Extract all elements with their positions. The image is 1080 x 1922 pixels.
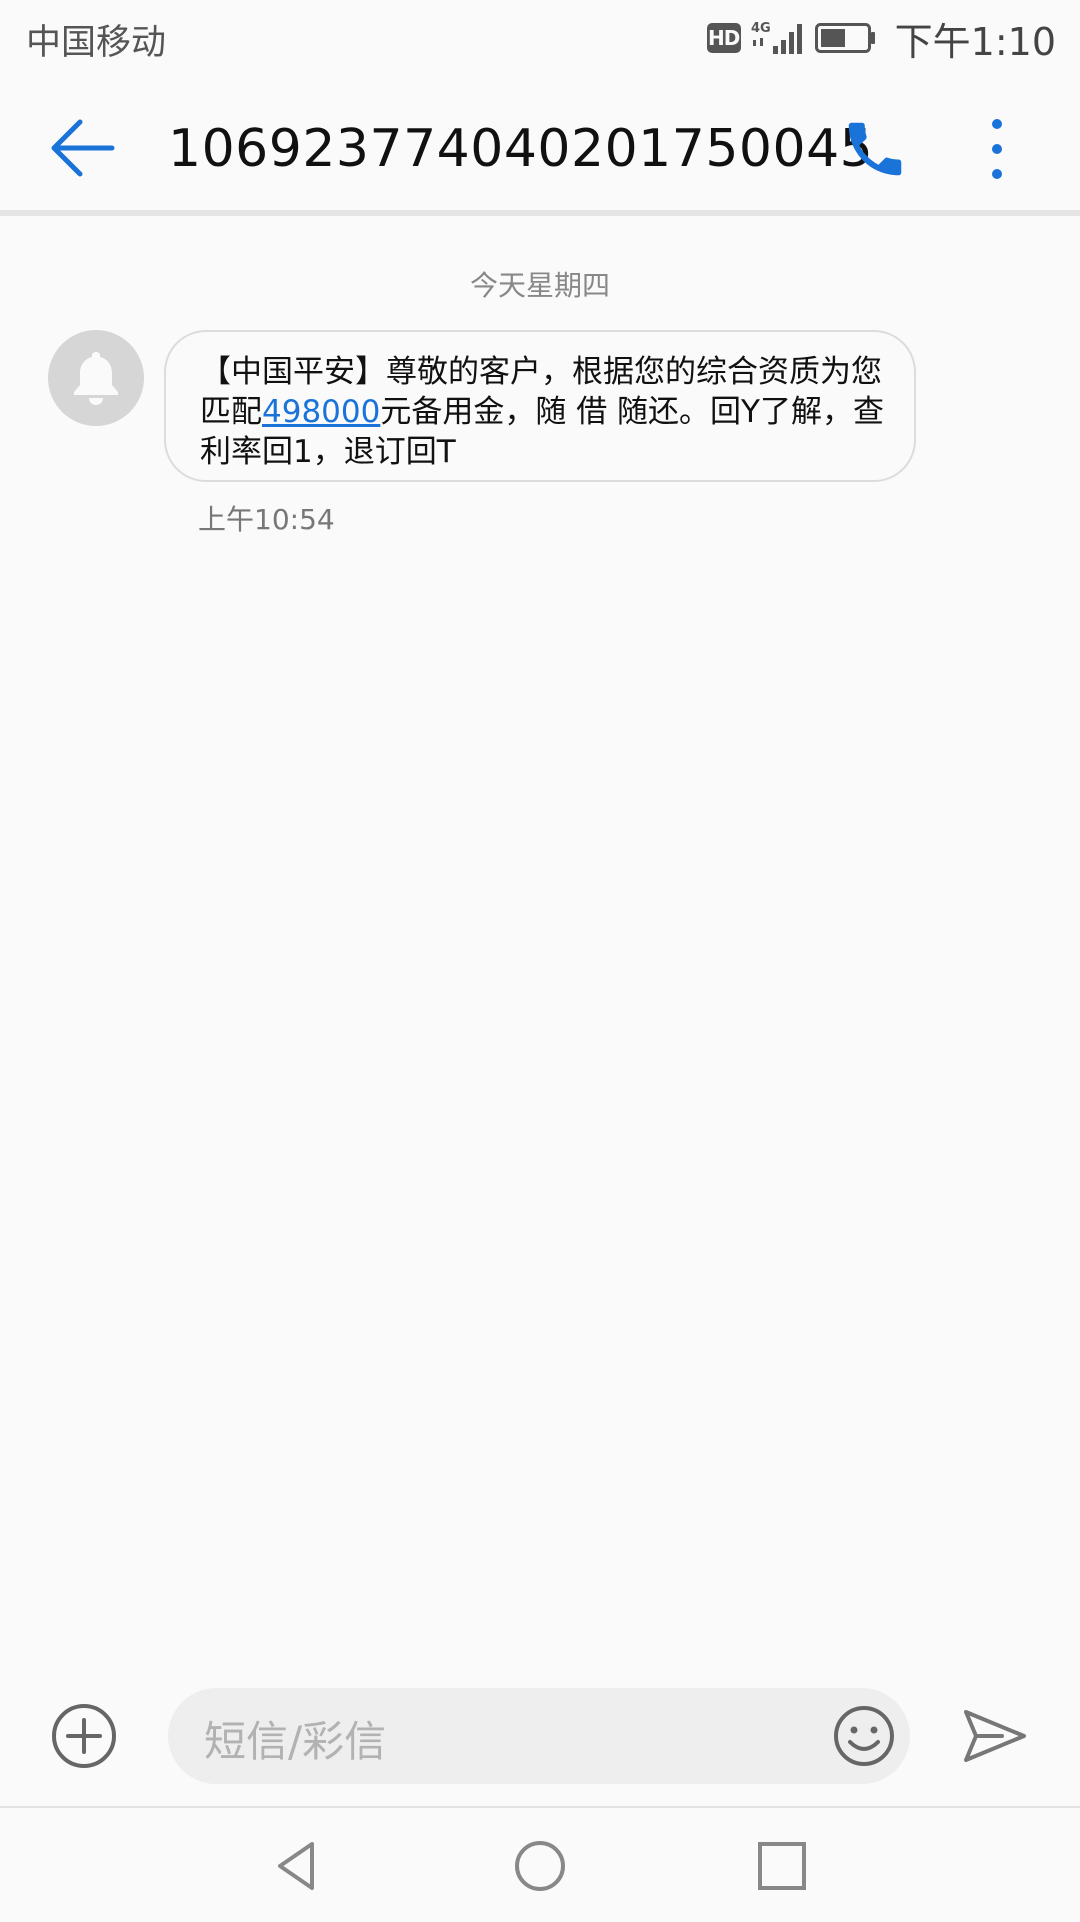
- date-divider: 今天星期四: [469, 269, 610, 302]
- conversation-toolbar: 106923774040201750045: [0, 76, 1080, 212]
- add-attachment-icon[interactable]: [50, 1702, 118, 1770]
- toolbar-divider: [0, 210, 1080, 216]
- carrier-name: 中国移动: [26, 23, 167, 63]
- message-bubble[interactable]: 【中国平安】尊敬的客户，根据您的综合资质为您匹配498000元备用金，随 借 随…: [164, 330, 916, 482]
- more-options-icon[interactable]: [970, 112, 1024, 186]
- status-clock: 下午1:10: [894, 19, 1056, 64]
- conversation-title: 106923774040201750045: [168, 119, 874, 179]
- phone-call-icon[interactable]: [840, 114, 910, 184]
- signal-4g-icon: 4G: [751, 21, 802, 54]
- message-timestamp: 上午10:54: [198, 503, 335, 536]
- nav-home-icon[interactable]: [510, 1836, 570, 1896]
- nav-recent-apps-icon[interactable]: [752, 1836, 812, 1896]
- nav-back-icon[interactable]: [268, 1836, 328, 1896]
- sender-avatar[interactable]: [48, 330, 144, 426]
- send-icon[interactable]: [962, 1706, 1028, 1766]
- message-input-placeholder: 短信/彩信: [204, 1717, 387, 1766]
- notification-bell-icon: [74, 352, 118, 405]
- status-icons: HD 4G 下午1:10: [706, 14, 1056, 64]
- emoji-icon[interactable]: [832, 1704, 896, 1768]
- battery-icon: [814, 23, 875, 53]
- message-input[interactable]: 短信/彩信: [168, 1688, 910, 1784]
- status-bar: 中国移动 HD 4G 下午1:10: [0, 0, 1080, 76]
- network-type-label: 4G: [751, 21, 771, 36]
- system-navigation-bar: [0, 1806, 1080, 1922]
- hd-voice-icon: HD: [706, 23, 741, 53]
- back-arrow-icon[interactable]: [42, 108, 122, 188]
- message-composer: 短信/彩信: [0, 1680, 1080, 1806]
- amount-link[interactable]: 498000: [262, 394, 380, 430]
